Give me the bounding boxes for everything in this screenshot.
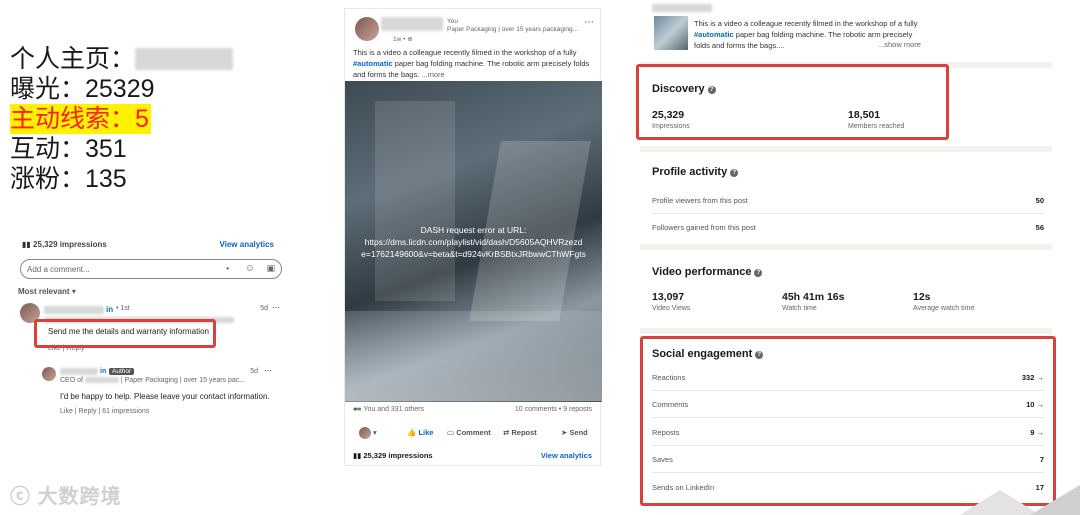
show-more-link[interactable]: ...show more — [878, 40, 921, 49]
redacted-name — [135, 48, 234, 70]
repost-button[interactable]: ⇄ Repost — [503, 428, 537, 437]
help-icon[interactable]: ? — [730, 169, 739, 177]
hashtag-link[interactable]: #automatic — [353, 59, 393, 68]
author-reply: in Author 5d ⋯ CEO of | Paper Packaging … — [42, 366, 282, 422]
linkedin-icon: in — [100, 368, 107, 375]
help-icon[interactable]: ? — [754, 269, 763, 277]
followers-gained-row: Followers gained from this post 56 — [652, 223, 1044, 232]
view-analytics-link[interactable]: View analytics — [219, 240, 274, 249]
video-error-message: DASH request error at URL: https://dms.l… — [361, 225, 586, 259]
comments-reposts-count[interactable]: 10 comments • 9 reposts — [515, 406, 592, 413]
post-header: You Paper Packaging | over 15 years pack… — [355, 17, 594, 47]
reply-link[interactable]: Reply — [79, 408, 97, 415]
repost-icon: ⇄ — [503, 428, 510, 437]
chart-icon: ▮▮ — [353, 451, 362, 460]
author-badge: Author — [109, 368, 135, 375]
clap-reaction-icon: ● — [357, 406, 362, 413]
thumbs-up-icon: 👍 — [407, 428, 417, 437]
dot-icon: • — [226, 264, 229, 273]
followers-line: 涨粉：135 — [10, 165, 127, 193]
redacted-name — [60, 368, 98, 375]
redacted-name — [381, 17, 443, 31]
post-snippet: This is a video a colleague recently fil… — [652, 4, 1052, 56]
avatar — [355, 17, 379, 41]
average-watch-time-metric: 12s Average watch time — [913, 291, 975, 312]
globe-icon: ⊕ — [407, 36, 413, 43]
post-footer: ▮▮ 25,329 impressions View analytics — [353, 451, 592, 460]
highlight-box-discovery — [636, 64, 949, 140]
post-actions: ▾ 👍 Like ▭ Comment ⇄ Repost ➤ Send — [355, 427, 592, 441]
send-button[interactable]: ➤ Send — [561, 428, 588, 437]
avatar — [42, 367, 56, 381]
reactions-summary[interactable]: ●●● You and 331 others 10 comments • 9 r… — [353, 406, 592, 418]
linkedin-post: You Paper Packaging | over 15 years pack… — [344, 8, 602, 466]
chart-icon: ▮▮ — [22, 240, 31, 249]
most-relevant-dropdown[interactable]: Most relevant ▾ — [18, 287, 76, 296]
comment-icon: ▭ — [447, 428, 455, 437]
watch-time-metric: 45h 41m 16s Watch time — [782, 291, 845, 312]
send-icon: ➤ — [561, 428, 568, 437]
reply-text: I'd be happy to help. Please leave your … — [60, 392, 270, 401]
logo-icon: ⓒ — [10, 486, 31, 508]
interactions-line: 互动：351 — [10, 135, 127, 163]
more-icon[interactable]: ⋯ — [584, 17, 594, 28]
video-views-metric: 13,097 Video Views — [652, 291, 691, 312]
more-icon[interactable]: ⋯ — [272, 303, 280, 312]
linkedin-icon: in — [106, 305, 114, 314]
redacted-name — [44, 306, 104, 314]
like-link[interactable]: Like — [60, 408, 73, 415]
profile-line: 个人主页： — [10, 44, 270, 74]
avatar — [359, 427, 371, 439]
image-icon[interactable]: ▣ — [266, 263, 275, 274]
emoji-icon[interactable]: ☺ — [245, 263, 255, 274]
view-analytics-link[interactable]: View analytics — [541, 451, 592, 460]
more-link[interactable]: ...more — [421, 70, 444, 79]
comments-panel: ▮▮ 25,329 impressions View analytics Add… — [10, 236, 284, 422]
corner-decoration — [960, 485, 1080, 515]
profile-viewers-row: Profile viewers from this post 50 — [652, 187, 1044, 214]
caret-down-icon: ▾ — [71, 287, 76, 296]
comment-button[interactable]: ▭ Comment — [447, 428, 491, 437]
like-button[interactable]: 👍 Like — [407, 428, 433, 437]
profile-activity-card: Profile activity? Profile viewers from t… — [640, 146, 1052, 240]
leads-line: 主动线索：5 — [10, 104, 151, 134]
watermark-logo: ⓒ 大数跨境 — [10, 486, 122, 508]
add-comment-input[interactable]: Add a comment... • ☺ ▣ — [20, 259, 282, 279]
highlight-box-comment — [34, 319, 216, 348]
video-thumbnail[interactable] — [654, 16, 688, 50]
exposure-line: 曝光：25329 — [10, 75, 155, 103]
summary-block: 个人主页： 曝光：25329 主动线索：5 互动：351 涨粉：135 — [10, 44, 270, 194]
video-performance-card: Video performance? 13,097 Video Views 45… — [640, 244, 1052, 324]
more-icon[interactable]: ⋯ — [264, 366, 272, 375]
post-text: This is a video a colleague recently fil… — [353, 48, 590, 79]
caret-down-icon[interactable]: ▾ — [373, 428, 377, 437]
redacted-company — [84, 377, 119, 383]
video-player[interactable]: DASH request error at URL: https://dms.l… — [345, 81, 602, 402]
